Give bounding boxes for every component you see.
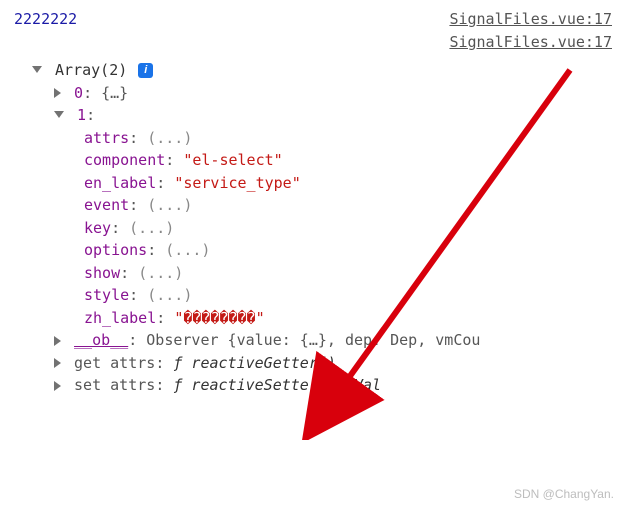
- getter-placeholder[interactable]: (...): [165, 241, 210, 259]
- index-key: 0: [74, 84, 83, 102]
- array-header: Array(2): [55, 61, 127, 79]
- prop-options[interactable]: options: (...): [14, 239, 612, 262]
- array-item-0[interactable]: 0: {…}: [14, 82, 612, 105]
- log-numeric-output: 2222222: [14, 8, 77, 31]
- array-header-row[interactable]: Array(2) i: [14, 59, 612, 82]
- function-name: reactiveSetter(newVal: [182, 376, 381, 394]
- prop-observer[interactable]: __ob__: Observer {value: {…}, dep: Dep, …: [14, 329, 612, 352]
- prop-key: zh_label: [84, 309, 156, 327]
- prop-attrs[interactable]: attrs: (...): [14, 127, 612, 150]
- getter-placeholder[interactable]: (...): [147, 286, 192, 304]
- prop-key: key: [84, 219, 111, 237]
- prop-key: options: [84, 241, 147, 259]
- prop-show[interactable]: show: (...): [14, 262, 612, 285]
- prop-style[interactable]: style: (...): [14, 284, 612, 307]
- prop-event[interactable]: event: (...): [14, 194, 612, 217]
- prop-zh-label[interactable]: zh_label: "��������": [14, 307, 612, 330]
- index-key: 1: [77, 106, 86, 124]
- log-entry-header: 2222222 SignalFiles.vue:17 SignalFiles.v…: [14, 8, 612, 53]
- getter-placeholder[interactable]: (...): [147, 196, 192, 214]
- source-link-2[interactable]: SignalFiles.vue:17: [449, 31, 612, 54]
- getter-key: get attrs: [74, 354, 155, 372]
- watermark: SDN @ChangYan.: [514, 485, 614, 503]
- disclosure-triangle-icon[interactable]: [32, 66, 42, 73]
- disclosure-triangle-icon[interactable]: [54, 111, 64, 118]
- prop-key: show: [84, 264, 120, 282]
- prop-value-garbled: "��������": [174, 309, 264, 327]
- info-icon[interactable]: i: [138, 63, 153, 78]
- setter-attrs[interactable]: set attrs: ƒ reactiveSetter(newVal: [14, 374, 612, 397]
- disclosure-triangle-icon[interactable]: [54, 88, 61, 98]
- prop-value: "service_type": [174, 174, 300, 192]
- disclosure-triangle-icon[interactable]: [54, 336, 61, 346]
- getter-attrs[interactable]: get attrs: ƒ reactiveGetter(): [14, 352, 612, 375]
- prop-component[interactable]: component: "el-select": [14, 149, 612, 172]
- disclosure-triangle-icon[interactable]: [54, 381, 61, 391]
- prop-en-label[interactable]: en_label: "service_type": [14, 172, 612, 195]
- prop-key: event: [84, 196, 129, 214]
- source-link-1[interactable]: SignalFiles.vue:17: [449, 8, 612, 31]
- prop-key-field[interactable]: key: (...): [14, 217, 612, 240]
- disclosure-triangle-icon[interactable]: [54, 358, 61, 368]
- prop-key: attrs: [84, 129, 129, 147]
- source-links: SignalFiles.vue:17 SignalFiles.vue:17: [449, 8, 612, 53]
- prop-value: "el-select": [183, 151, 282, 169]
- observer-preview: Observer {value: {…}, dep: Dep, vmCou: [146, 331, 480, 349]
- function-name: reactiveGetter(): [182, 354, 336, 372]
- getter-placeholder[interactable]: (...): [129, 219, 174, 237]
- getter-placeholder[interactable]: (...): [138, 264, 183, 282]
- prop-key: __ob__: [74, 331, 128, 349]
- object-preview: {…}: [101, 84, 128, 102]
- prop-key: en_label: [84, 174, 156, 192]
- array-item-1[interactable]: 1:: [14, 104, 612, 127]
- setter-key: set attrs: [74, 376, 155, 394]
- getter-placeholder[interactable]: (...): [147, 129, 192, 147]
- prop-key: style: [84, 286, 129, 304]
- console-output: 2222222 SignalFiles.vue:17 SignalFiles.v…: [0, 0, 626, 397]
- prop-key: component: [84, 151, 165, 169]
